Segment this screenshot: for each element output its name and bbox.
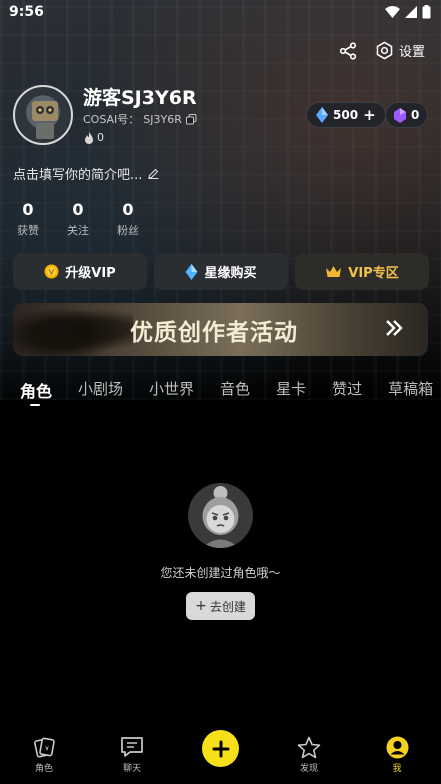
user-id-label: COSAI号： [83, 113, 140, 126]
stat-following-label: 关注 [67, 224, 89, 237]
settings-label: 设置 [398, 45, 425, 60]
crown-icon [326, 266, 342, 277]
chat-icon [121, 737, 143, 757]
edit-icon [148, 168, 159, 179]
stat-likes-label: 获赞 [17, 224, 39, 237]
user-id: COSAI号： SJ3Y6R [83, 111, 197, 127]
bio-edit[interactable]: 点击填写你的简介吧... [13, 164, 159, 183]
status-bar: 9:56 [0, 0, 441, 26]
settings-icon [376, 41, 393, 60]
double-chevron-icon [386, 320, 403, 336]
tab-roles[interactable]: 角色 [20, 378, 52, 406]
wifi-icon [385, 6, 400, 18]
star-icon [297, 736, 321, 758]
nav-roles[interactable]: 角色 [14, 733, 74, 774]
nav-chat[interactable]: 聊天 [102, 733, 162, 774]
status-time: 9:56 [9, 4, 44, 20]
create-button[interactable] [202, 730, 239, 767]
tab-voice[interactable]: 音色 [220, 378, 250, 402]
user-id-value: SJ3Y6R [143, 112, 182, 126]
empty-state-illustration [202, 486, 239, 548]
banner-figures-image [13, 303, 133, 356]
profile-icon [386, 736, 408, 758]
stat-fans[interactable]: 0 粉丝 [113, 200, 143, 238]
gem-balance-button[interactable]: 0 [385, 102, 429, 128]
star-purchase-label: 星缘购买 [204, 266, 257, 281]
nav-discover[interactable]: 发现 [279, 733, 339, 774]
stat-likes[interactable]: 0 获赞 [13, 200, 43, 238]
gem-balance: 0 [411, 108, 420, 122]
cards-icon [34, 737, 55, 758]
plus-icon [212, 740, 229, 757]
fire-count: 0 [84, 131, 104, 144]
avatar[interactable] [13, 85, 73, 145]
signal-icon [405, 6, 417, 18]
settings-button[interactable]: 设置 [375, 41, 425, 60]
plus-icon: + [195, 598, 207, 614]
nav-me[interactable]: 我 [367, 733, 427, 774]
bottom-navigation: 角色 聊天 发现 我 [0, 724, 441, 784]
share-icon[interactable] [339, 41, 357, 60]
stat-following[interactable]: 0 关注 [63, 200, 93, 238]
add-diamond-icon: + [363, 105, 376, 124]
upgrade-vip-button[interactable]: 升级VIP [13, 253, 147, 290]
stat-fans-label: 粉丝 [117, 224, 139, 237]
copy-icon[interactable] [185, 113, 197, 125]
upgrade-vip-label: 升级VIP [65, 266, 116, 281]
nav-chat-label: 聊天 [122, 764, 141, 774]
tab-liked[interactable]: 赞过 [332, 378, 362, 402]
vip-zone-button[interactable]: VIP专区 [295, 253, 429, 290]
banner-title: 优质创作者活动 [130, 319, 298, 346]
battery-icon [422, 5, 431, 19]
empty-state-message: 您还未创建过角色哦～ [160, 566, 281, 580]
creator-event-banner[interactable]: 优质创作者活动 [13, 303, 428, 356]
stat-following-value: 0 [72, 200, 84, 219]
create-role-label: 去创建 [209, 599, 246, 614]
nav-roles-label: 角色 [34, 764, 53, 774]
tab-drafts[interactable]: 草稿箱 [388, 378, 433, 402]
username: 游客SJ3Y6R [83, 87, 197, 109]
tab-small-world[interactable]: 小世界 [149, 378, 194, 402]
fire-icon [85, 131, 93, 144]
gem-icon [394, 107, 406, 123]
bio-text: 点击填写你的简介吧... [13, 168, 143, 183]
diamond-balance: 500 [333, 108, 359, 122]
stats-row: 0 获赞 0 关注 0 粉丝 [13, 200, 143, 238]
content-tabs: 角色 小剧场 小世界 音色 星卡 赞过 草稿箱 [20, 378, 433, 406]
diamond-balance-button[interactable]: 500 + [306, 102, 386, 128]
coin-icon [44, 264, 59, 279]
stat-fans-value: 0 [122, 200, 134, 219]
status-icons [385, 5, 431, 19]
fire-count-value: 0 [97, 131, 104, 144]
nav-discover-label: 发现 [299, 764, 318, 774]
tab-star-card[interactable]: 星卡 [276, 378, 306, 402]
diamond-icon [316, 107, 328, 123]
nav-me-label: 我 [392, 764, 402, 774]
vip-zone-label: VIP专区 [348, 266, 399, 281]
create-role-button[interactable]: + 去创建 [186, 592, 255, 620]
star-purchase-button[interactable]: 星缘购买 [154, 253, 288, 290]
stat-likes-value: 0 [22, 200, 34, 219]
tab-theater[interactable]: 小剧场 [78, 378, 123, 402]
diamond-icon [185, 263, 198, 280]
empty-state-avatar [188, 483, 253, 548]
